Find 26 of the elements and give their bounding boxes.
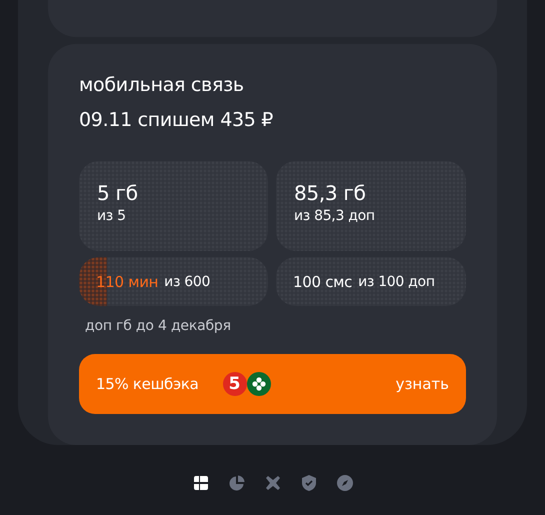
- extra-note: доп гб до 4 декабря: [85, 318, 232, 334]
- balance-caption: из 5: [97, 208, 126, 224]
- balance-tile[interactable]: 5 гб из 5: [79, 161, 268, 252]
- shield-icon: [300, 475, 316, 491]
- dashboard-icon: [192, 475, 208, 491]
- balance-tile[interactable]: 100 смс из 100 доп: [276, 257, 466, 306]
- cashback-button[interactable]: 15% кешбэка 5 узнать: [79, 354, 466, 414]
- balance-value: 85,3 гб: [294, 181, 366, 206]
- card-title: мобильная связь: [79, 74, 245, 96]
- balance-caption: из 600: [164, 274, 210, 290]
- cashback-label: 15% кешбэка: [96, 375, 199, 394]
- nav-tab[interactable]: [192, 475, 208, 491]
- balance-caption: из 100 доп: [358, 274, 435, 290]
- balance-value: 5 гб: [97, 181, 138, 206]
- compass-icon: [336, 475, 352, 491]
- balance-tile[interactable]: 85,3 гб из 85,3 доп: [276, 161, 466, 252]
- balance-value: 100 смс: [293, 272, 352, 291]
- charge-notice: 09.11 спишем 435 ₽: [79, 109, 274, 132]
- pie-chart-icon: [228, 475, 244, 491]
- balance-tile[interactable]: 110 мин из 600: [79, 257, 268, 306]
- clover-logo-icon: [246, 372, 271, 396]
- balance-value: 110 мин: [96, 272, 158, 291]
- store-logo: 5: [222, 372, 247, 396]
- learn-more-label: узнать: [396, 375, 449, 394]
- cross-icon: [264, 475, 280, 491]
- balance-caption: из 85,3 доп: [294, 208, 375, 224]
